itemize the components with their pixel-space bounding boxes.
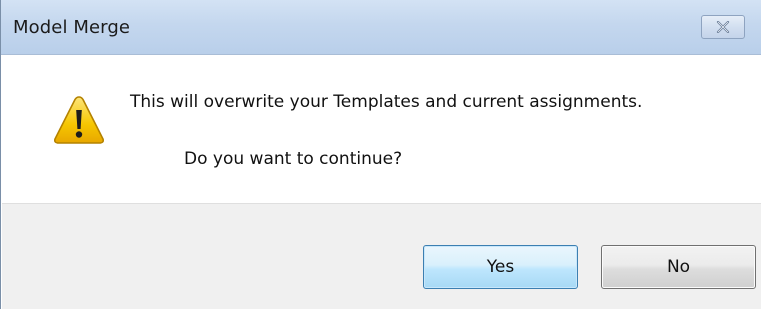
question-text: Do you want to continue? (184, 149, 403, 169)
no-button[interactable]: No (601, 245, 756, 289)
window-title: Model Merge (13, 17, 131, 38)
message-text: This will overwrite your Templates and c… (130, 92, 643, 112)
dialog-window: Model Merge This will overwrite your Tem… (0, 0, 761, 309)
close-icon (716, 21, 730, 33)
title-bar[interactable]: Model Merge (1, 0, 761, 55)
button-bar: Yes No (2, 203, 761, 309)
close-button[interactable] (701, 15, 745, 39)
warning-icon (53, 96, 105, 144)
dialog-content: This will overwrite your Templates and c… (2, 55, 761, 203)
yes-button[interactable]: Yes (423, 245, 578, 289)
